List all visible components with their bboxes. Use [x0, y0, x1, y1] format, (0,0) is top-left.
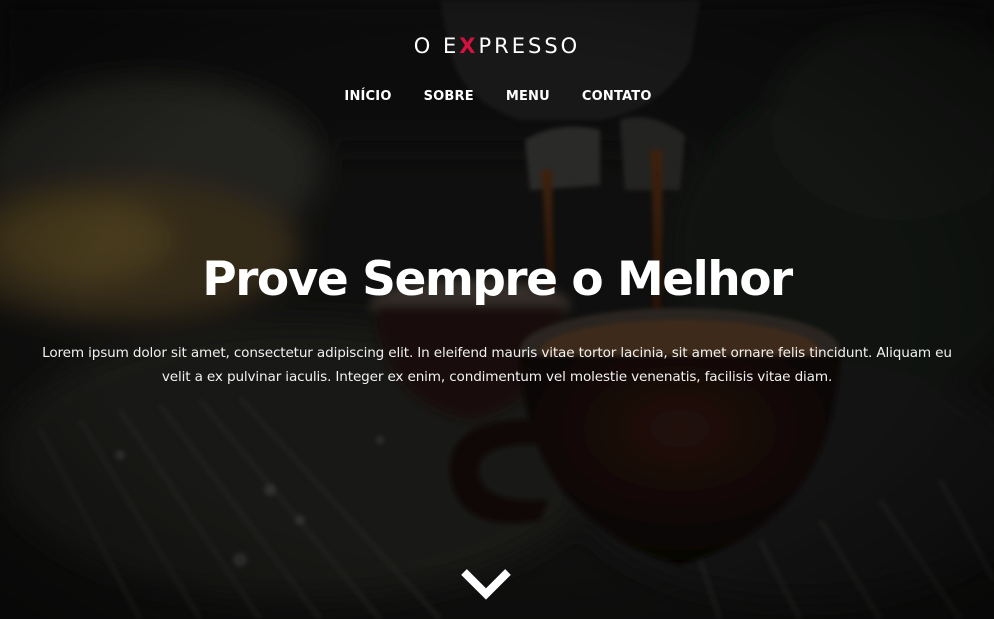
scroll-down-button[interactable] [459, 563, 513, 603]
brand-logo[interactable]: O EXPRESSO [0, 34, 994, 58]
nav-item-menu[interactable]: MENU [504, 89, 550, 104]
hero-description: Lorem ipsum dolor sit amet, consectetur … [42, 345, 952, 385]
brand-suffix: PRESSO [478, 34, 581, 58]
brand-accent-letter: X [459, 34, 479, 58]
nav-item-inicio[interactable]: INÍCIO [342, 89, 391, 104]
nav-item-contato[interactable]: CONTATO [580, 89, 652, 104]
nav-item-sobre[interactable]: SOBRE [422, 89, 474, 104]
main-navigation: INÍCIO SOBRE MENU CONTATO [0, 89, 994, 104]
brand-prefix: O E [413, 34, 460, 58]
hero-title: Prove Sempre o Melhor [202, 252, 793, 307]
hero-section: O EXPRESSO INÍCIO SOBRE MENU CONTATO Pro… [0, 0, 994, 619]
chevron-down-icon [461, 569, 511, 600]
